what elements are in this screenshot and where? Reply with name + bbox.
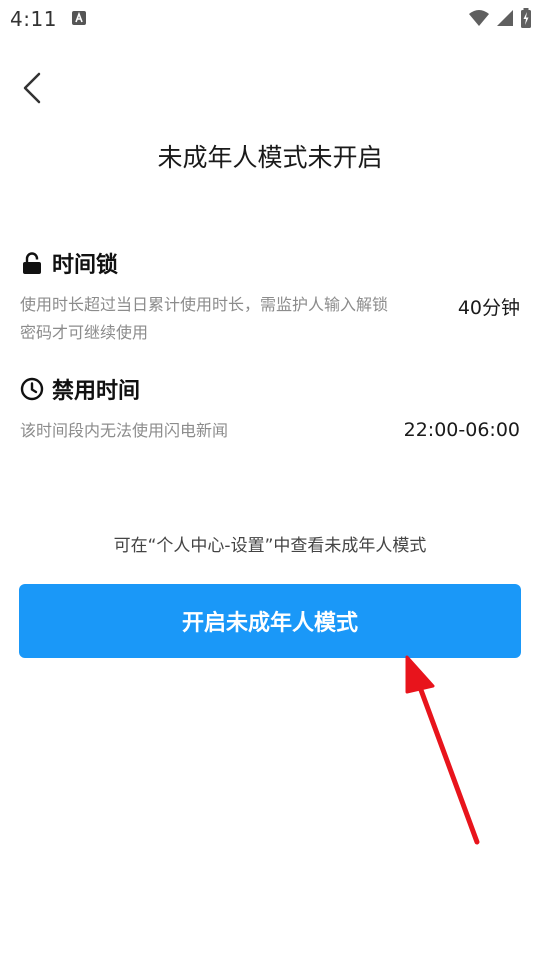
time-lock-value: 40分钟 — [457, 297, 520, 319]
disabled-time-heading-label: 禁用时间 — [52, 379, 141, 404]
battery-charging-icon — [521, 8, 531, 28]
time-lock-description: 使用时长超过当日累计使用时长，需监护人输入解锁密码才可继续使用 — [20, 295, 389, 342]
enable-minor-mode-button[interactable]: 开启未成年人模式 — [19, 584, 521, 658]
time-lock-heading-label: 时间锁 — [52, 253, 119, 278]
wifi-icon — [469, 10, 489, 26]
status-time: 4:11 — [10, 7, 57, 31]
disabled-time-heading: 禁用时间 — [20, 373, 140, 405]
chevron-left-icon — [23, 72, 41, 104]
padlock-icon — [20, 251, 44, 275]
clock-icon — [20, 377, 44, 401]
settings-hint: 可在“个人中心-设置”中查看未成年人模式 — [113, 536, 427, 556]
cellular-signal-icon — [497, 10, 513, 26]
disabled-time-description: 该时间段内无法使用闪电新闻 — [20, 421, 229, 440]
back-button[interactable] — [14, 66, 54, 110]
page-title: 未成年人模式未开启 — [157, 143, 383, 172]
disabled-time-value: 22:00-06:00 — [403, 419, 520, 441]
status-bar: 4:11 — [0, 0, 540, 36]
status-icons — [468, 8, 532, 28]
a-letter-icon — [72, 11, 86, 25]
time-lock-heading: 时间锁 — [20, 247, 118, 279]
